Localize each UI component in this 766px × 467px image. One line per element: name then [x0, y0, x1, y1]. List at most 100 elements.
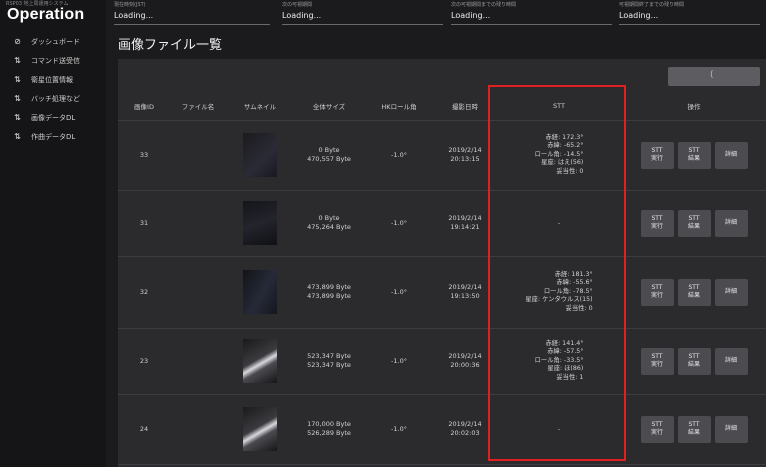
hk-roll-angle: -1.0°	[364, 120, 434, 191]
thumbnail-image[interactable]	[243, 407, 277, 451]
sidebar-item-label: 画像データDL	[31, 113, 76, 122]
button-label: STT	[651, 215, 663, 222]
sidebar-item-satellite-position[interactable]: ⇅ 衛星位置情報	[0, 70, 106, 89]
status-header: 現在時刻(JST) Loading... 次の可視期間 Loading... 次…	[106, 0, 766, 28]
sidebar-item-dashboard[interactable]: ⊘ ダッシュボード	[0, 32, 106, 51]
detail-button[interactable]: 詳細	[714, 141, 748, 169]
transfer-icon: ⇅	[14, 56, 21, 65]
capture-date: 2019/2/14	[448, 214, 482, 222]
capture-datetime: 2019/2/14 20:00:36	[434, 328, 496, 395]
table-row: 23 523,347 Byte 523,347 Byte -1.0° 2019/…	[118, 328, 766, 395]
stt-dec: 赤緯: -55.6°	[556, 279, 593, 287]
sidebar-item-command[interactable]: ⇅ コマンド送受信	[0, 51, 106, 70]
stt-validity: 妥当性: 0	[565, 304, 593, 312]
column-header-thumbnail: サムネイル	[226, 92, 294, 121]
stt-result-button[interactable]: STT 結果	[677, 209, 711, 237]
image-id: 24	[118, 394, 170, 465]
time-until-visible-cell: 次の可視期間までの残り時間 Loading...	[451, 0, 616, 28]
stt-ra: 赤経: 181.3°	[554, 270, 593, 278]
stt-run-button[interactable]: STT 実行	[640, 278, 674, 306]
hk-roll-angle: -1.0°	[364, 394, 434, 465]
image-file-panel: ( 画像ID ファイル名 サムネイル 全体サイズ HKロール角 撮影日時 STT…	[118, 59, 766, 467]
loading-button[interactable]: (	[668, 67, 760, 86]
image-id: 33	[118, 120, 170, 191]
stt-roll: ロール角: -78.5°	[543, 287, 593, 295]
column-header-filename[interactable]: ファイル名	[170, 92, 226, 121]
file-name	[170, 120, 226, 191]
table-row: 32 473,899 Byte 473,899 Byte -1.0° 2019/…	[118, 256, 766, 329]
stt-ra: 赤経: 141.4°	[545, 339, 584, 347]
size-total: 470,557 Byte	[307, 155, 351, 163]
stt-result-button[interactable]: STT 結果	[677, 347, 711, 375]
size-total: 473,899 Byte	[307, 292, 351, 300]
stt-result: 赤経: 141.4° 赤緯: -57.5° ロール角: -33.5° 星座: ほ…	[535, 340, 584, 383]
stt-cell: -	[496, 190, 622, 257]
button-label: STT	[651, 421, 663, 428]
capture-datetime: 2019/2/14 20:02:03	[434, 394, 496, 465]
stt-dec: 赤緯: -57.5°	[547, 348, 584, 356]
stt-cell: 赤経: 181.3° 赤緯: -55.6° ロール角: -78.5° 星座: ケ…	[496, 256, 622, 329]
thumbnail-cell	[226, 190, 294, 257]
stt-run-button[interactable]: STT 実行	[640, 415, 674, 443]
detail-button[interactable]: 詳細	[714, 278, 748, 306]
detail-button[interactable]: 詳細	[714, 209, 748, 237]
button-label: STT	[688, 353, 700, 360]
button-label: 結果	[687, 429, 700, 436]
stt-result-button[interactable]: STT 結果	[677, 278, 711, 306]
table-header-row: 画像ID ファイル名 サムネイル 全体サイズ HKロール角 撮影日時 STT 操…	[118, 92, 766, 121]
transfer-icon: ⇅	[14, 75, 21, 84]
stt-empty: -	[557, 219, 561, 227]
sidebar-item-image-dl[interactable]: ⇅ 画像データDL	[0, 108, 106, 127]
thumbnail-image[interactable]	[243, 133, 277, 177]
capture-date: 2019/2/14	[448, 283, 482, 291]
stt-constellation: 星座: ケンタウルス(15)	[525, 296, 593, 304]
size-transferred: 473,899 Byte	[307, 283, 351, 291]
button-label: 結果	[687, 155, 700, 162]
time-until-end-value: Loading...	[619, 11, 659, 20]
stt-run-button[interactable]: STT 実行	[640, 347, 674, 375]
sidebar-item-label: 作曲データDL	[31, 132, 76, 141]
sidebar-item-music-dl[interactable]: ⇅ 作曲データDL	[0, 127, 106, 146]
hk-roll-angle: -1.0°	[364, 328, 434, 395]
next-visible-value: Loading...	[282, 11, 322, 20]
divider	[619, 24, 760, 25]
detail-button[interactable]: 詳細	[714, 415, 748, 443]
current-time-cell: 現在時刻(JST) Loading...	[114, 0, 274, 28]
hk-roll-angle: -1.0°	[364, 190, 434, 257]
transfer-icon: ⇅	[14, 113, 21, 122]
sidebar-item-label: コマンド送受信	[31, 56, 80, 65]
thumbnail-image[interactable]	[243, 201, 277, 245]
table-row: 33 0 Byte 470,557 Byte -1.0° 2019/2/14 2…	[118, 120, 766, 191]
column-header-size[interactable]: 全体サイズ	[294, 92, 364, 121]
button-label: 詳細	[724, 357, 737, 364]
thumbnail-image[interactable]	[243, 270, 277, 314]
stt-run-button[interactable]: STT 実行	[640, 209, 674, 237]
operations-cell: STT 実行 STT 結果 詳細	[622, 394, 766, 465]
column-header-id[interactable]: 画像ID	[118, 92, 170, 121]
table-row: 31 0 Byte 475,264 Byte -1.0° 2019/2/14 1…	[118, 190, 766, 257]
thumbnail-image[interactable]	[243, 339, 277, 383]
stt-result-button[interactable]: STT 結果	[677, 415, 711, 443]
operations-cell: STT 実行 STT 結果 詳細	[622, 190, 766, 257]
stt-result: 赤経: 181.3° 赤緯: -55.6° ロール角: -78.5° 星座: ケ…	[525, 271, 592, 314]
sidebar-item-batch[interactable]: ⇅ バッチ処理など	[0, 89, 106, 108]
size-cell: 170,000 Byte 526,289 Byte	[294, 394, 364, 465]
capture-time: 20:13:15	[450, 155, 480, 163]
column-header-operations: 操作	[622, 92, 766, 121]
detail-button[interactable]: 詳細	[714, 347, 748, 375]
stt-result-button[interactable]: STT 結果	[677, 141, 711, 169]
stt-empty: -	[557, 425, 561, 433]
column-header-date[interactable]: 撮影日時	[434, 92, 496, 121]
capture-time: 19:13:50	[450, 292, 480, 300]
column-header-hk-roll[interactable]: HKロール角	[364, 92, 434, 121]
stt-constellation: 星座: ほ(86)	[547, 365, 584, 373]
button-label: STT	[651, 284, 663, 291]
stt-run-button[interactable]: STT 実行	[640, 141, 674, 169]
button-label: STT	[688, 147, 700, 154]
operations-cell: STT 実行 STT 結果 詳細	[622, 120, 766, 191]
size-cell: 0 Byte 470,557 Byte	[294, 120, 364, 191]
stt-dec: 赤緯: -65.2°	[547, 142, 584, 150]
thumbnail-cell	[226, 256, 294, 329]
button-label: 実行	[650, 155, 663, 162]
size-transferred: 0 Byte	[318, 214, 340, 222]
